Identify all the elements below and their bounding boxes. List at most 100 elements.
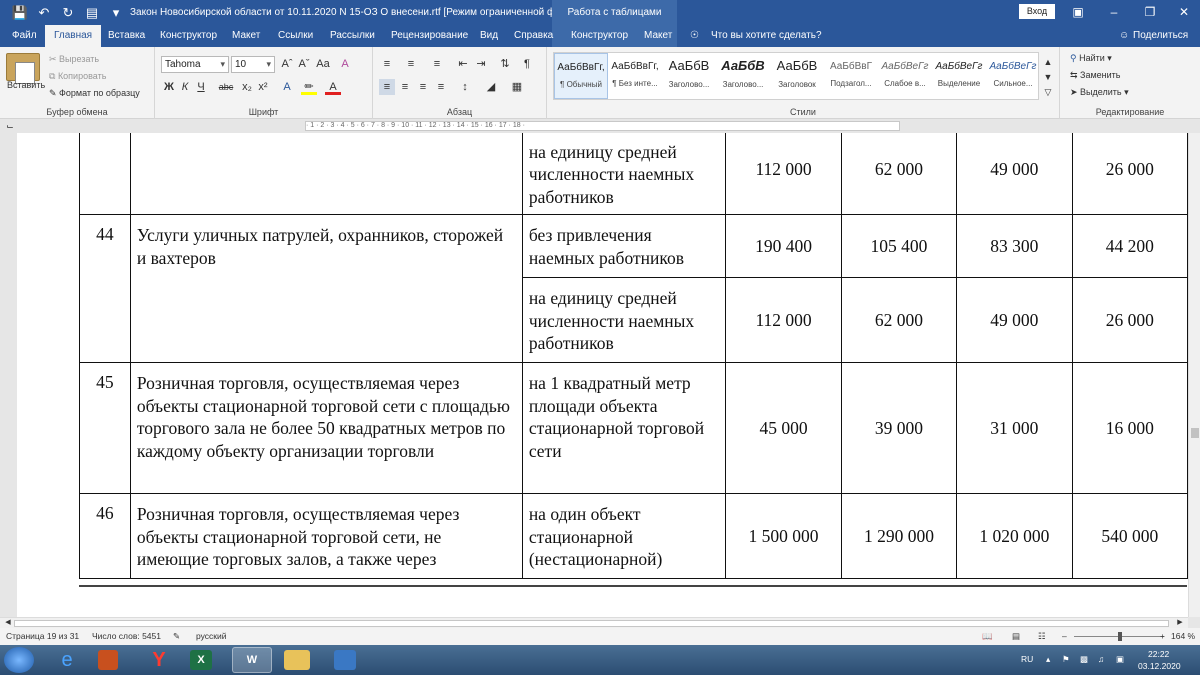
tab-references[interactable]: Ссылки xyxy=(278,25,313,47)
redo-icon[interactable]: ↻ xyxy=(56,0,80,25)
vertical-scroll-thumb[interactable] xyxy=(1191,428,1199,438)
explorer-icon[interactable] xyxy=(284,650,310,670)
tray-flag-icon[interactable]: ⚑ xyxy=(1062,654,1070,665)
sign-in-button[interactable]: Вход xyxy=(1019,4,1055,19)
horizontal-scrollbar[interactable]: ◀ ▶ xyxy=(0,617,1188,628)
underline-button[interactable]: Ч xyxy=(193,79,209,95)
superscript-icon[interactable]: x² xyxy=(255,79,271,95)
style-intense-emphasis[interactable]: АаБбВеГг Сильное... xyxy=(986,53,1040,99)
tab-home[interactable]: Главная xyxy=(45,25,102,47)
font-name-combo[interactable]: Tahoma xyxy=(161,56,229,73)
format-painter-button[interactable]: ✎ Формат по образцу xyxy=(49,88,140,99)
change-case-icon[interactable]: Aa xyxy=(315,56,331,72)
horizontal-ruler[interactable]: · 1 · 2 · 3 · 4 · 5 · 6 · 7 · 8 · 9 · 10… xyxy=(305,121,900,131)
styles-scroll-down-icon[interactable]: ▼ xyxy=(1040,69,1056,85)
clear-format-icon[interactable]: A xyxy=(337,56,353,72)
document-area[interactable]: на единицу средней численности наемных р… xyxy=(17,133,1188,617)
tab-review[interactable]: Рецензирование xyxy=(391,25,468,47)
grow-font-icon[interactable]: Aˆ xyxy=(279,56,295,72)
tab-file[interactable]: Файл xyxy=(12,25,37,47)
word-icon[interactable]: W xyxy=(232,647,272,673)
zoom-slider-thumb[interactable] xyxy=(1118,632,1122,641)
vertical-scrollbar[interactable] xyxy=(1188,133,1200,617)
bold-button[interactable]: Ж xyxy=(161,79,177,95)
language[interactable]: русский xyxy=(196,631,227,641)
yandex-browser-icon[interactable]: Y xyxy=(144,647,174,673)
print-layout-icon[interactable]: ▤ xyxy=(1012,631,1020,642)
numbering-icon[interactable]: ≡ xyxy=(403,56,419,72)
style-subtle-emphasis[interactable]: АаБбВеГг Слабое в... xyxy=(878,53,932,99)
media-player-icon[interactable] xyxy=(98,650,118,670)
proofing-icon[interactable]: ✎ xyxy=(173,631,180,642)
font-color-icon[interactable]: A xyxy=(325,79,341,95)
word-count[interactable]: Число слов: 5451 xyxy=(92,631,161,641)
style-normal[interactable]: АаБбВвГг, ¶ Обычный xyxy=(554,53,608,99)
style-no-spacing[interactable]: АаБбВвГг, ¶ Без инте... xyxy=(608,53,662,99)
align-center-icon[interactable]: ≡ xyxy=(397,79,413,95)
align-right-icon[interactable]: ≡ xyxy=(415,79,431,95)
share-button[interactable]: Поделиться xyxy=(1133,25,1188,47)
undo-icon[interactable]: ↶ xyxy=(32,0,56,25)
replace-button[interactable]: ⇆ Заменить xyxy=(1070,70,1121,81)
shading-icon[interactable]: ◢ xyxy=(483,79,499,95)
justify-icon[interactable]: ≡ xyxy=(433,79,449,95)
highlight-icon[interactable]: ✏ xyxy=(301,79,317,95)
tab-table-layout[interactable]: Макет xyxy=(644,25,672,47)
increase-indent-icon[interactable]: ⇥ xyxy=(473,56,489,72)
paste-icon[interactable] xyxy=(6,53,40,84)
tab-view[interactable]: Вид xyxy=(480,25,498,47)
styles-more-icon[interactable]: ▽ xyxy=(1040,84,1056,100)
restore-button[interactable]: ❐ xyxy=(1132,0,1168,25)
save-icon[interactable]: 💾 xyxy=(8,0,32,25)
read-mode-icon[interactable]: 📖 xyxy=(982,631,993,642)
volume-icon[interactable]: ♫ xyxy=(1098,654,1104,664)
clock-time[interactable]: 22:22 xyxy=(1148,649,1169,659)
bullets-icon[interactable]: ≡ xyxy=(379,56,395,72)
customize-qa-icon[interactable]: ▾ xyxy=(104,0,128,25)
italic-button[interactable]: К xyxy=(177,79,193,95)
zoom-in-icon[interactable]: + xyxy=(1160,631,1165,641)
horizontal-scroll-thumb[interactable] xyxy=(14,620,1169,627)
tray-app-icon[interactable]: ▣ xyxy=(1116,654,1124,665)
page-count[interactable]: Страница 19 из 31 xyxy=(6,631,79,641)
tray-arrow-icon[interactable]: ▴ xyxy=(1046,654,1050,665)
quick-print-icon[interactable]: ▤ xyxy=(80,0,104,25)
sort-icon[interactable]: ⇅ xyxy=(497,56,513,72)
remote-desktop-icon[interactable] xyxy=(334,650,356,670)
styles-scroll-up-icon[interactable]: ▲ xyxy=(1040,54,1056,70)
zoom-level[interactable]: 164 % xyxy=(1171,631,1195,641)
decrease-indent-icon[interactable]: ⇤ xyxy=(455,56,471,72)
pilcrow-icon[interactable]: ¶ xyxy=(519,56,535,72)
align-left-icon[interactable]: ≡ xyxy=(379,79,395,95)
style-heading2[interactable]: АаБбВ Заголово... xyxy=(716,53,770,99)
style-heading1[interactable]: АаБбВ Заголово... xyxy=(662,53,716,99)
subscript-icon[interactable]: x₂ xyxy=(239,79,255,95)
clock-date[interactable]: 03.12.2020 xyxy=(1138,661,1181,671)
tab-selector-icon[interactable]: ⌙ xyxy=(2,118,18,134)
ribbon-display-icon[interactable]: ▣ xyxy=(1060,0,1096,25)
close-button[interactable]: ✕ xyxy=(1166,0,1200,25)
line-spacing-icon[interactable]: ↕ xyxy=(457,79,473,95)
tab-mailings[interactable]: Рассылки xyxy=(330,25,375,47)
tab-insert[interactable]: Вставка xyxy=(108,25,145,47)
paste-button[interactable]: Вставить xyxy=(7,80,45,90)
font-size-combo[interactable]: 10 xyxy=(231,56,275,73)
tab-help[interactable]: Справка xyxy=(514,25,553,47)
style-emphasis[interactable]: АаБбВеГг Выделение xyxy=(932,53,986,99)
minimize-button[interactable]: – xyxy=(1096,0,1132,25)
tab-layout[interactable]: Макет xyxy=(232,25,260,47)
strikethrough-button[interactable]: abc xyxy=(215,79,237,95)
tab-design[interactable]: Конструктор xyxy=(160,25,217,47)
select-button[interactable]: ➤ Выделить ▾ xyxy=(1070,87,1129,98)
style-subtitle[interactable]: АаБбВвГ Подзагол... xyxy=(824,53,878,99)
borders-icon[interactable]: ▦ xyxy=(509,79,525,95)
multilevel-list-icon[interactable]: ≡ xyxy=(429,56,445,72)
input-language[interactable]: RU xyxy=(1021,654,1033,664)
ie-icon[interactable]: e xyxy=(52,647,82,673)
excel-icon[interactable]: X xyxy=(190,650,212,670)
find-button[interactable]: ⚲ Найти ▾ xyxy=(1070,53,1112,64)
text-effects-icon[interactable]: A xyxy=(279,79,295,95)
zoom-out-icon[interactable]: – xyxy=(1062,631,1067,641)
style-title[interactable]: АаБбВ Заголовок xyxy=(770,53,824,99)
tab-table-design[interactable]: Конструктор xyxy=(571,25,628,47)
